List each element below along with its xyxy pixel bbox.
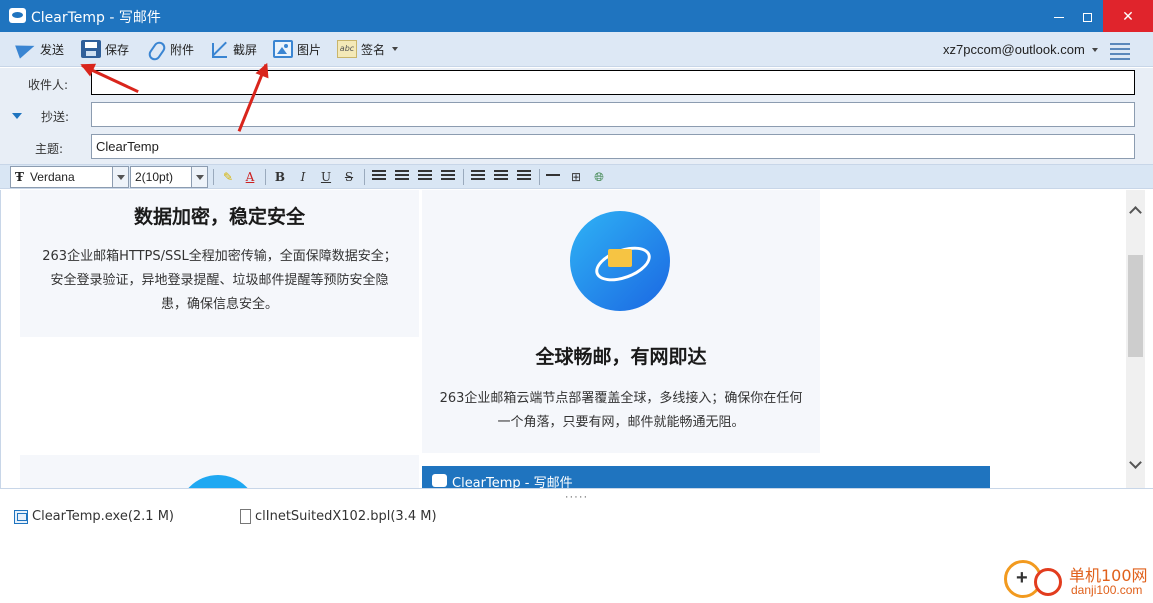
account-selector[interactable]: xz7pccom@outlook.com [943, 42, 1098, 57]
save-button[interactable]: 保存 [81, 39, 129, 59]
font-size-value: 2(10pt) [135, 170, 174, 184]
watermark: + 单机100网 danji100.com [1004, 560, 1153, 603]
signature-button[interactable]: abc 签名 [337, 39, 399, 59]
crop-icon [209, 40, 229, 58]
bold-icon[interactable]: B [271, 168, 289, 186]
screenshot-label: 截屏 [233, 42, 258, 57]
insert-link-icon[interactable]: 🌐︎ [590, 168, 608, 186]
message-header: 收件人: 抄送: 主题: ClearTemp [0, 68, 1153, 164]
signature-icon: abc [337, 40, 357, 58]
highlight-icon[interactable]: ✎ [219, 168, 237, 186]
screenshot-button[interactable]: 截屏 [209, 39, 257, 59]
italic-icon[interactable]: I [294, 168, 312, 186]
card-text: 263企业邮箱HTTPS/SSL全程加密传输，全面保障数据安全；安全登录验证，异… [42, 249, 397, 312]
send-button[interactable]: 发送 [16, 39, 64, 59]
expand-toggle-icon[interactable] [12, 113, 22, 119]
card-title: 全球畅邮，有网即达 [535, 346, 707, 368]
scroll-down-icon[interactable] [1129, 456, 1142, 469]
font-size-select[interactable]: 2(10pt) [130, 166, 208, 188]
file-icon [240, 509, 251, 524]
attachment-name: clInetSuitedX102.bpl(3.4 M) [255, 509, 437, 524]
subject-field[interactable]: ClearTemp [91, 134, 1135, 159]
content-card-global: 全球畅邮，有网即达 263企业邮箱云端节点部署覆盖全球，多线接入；确保你在任何一… [422, 190, 820, 453]
watermark-url: danji100.com [1071, 583, 1143, 597]
attachment-item[interactable]: ClearTemp.exe(2.1 M) [14, 509, 174, 524]
signature-label: 签名 [361, 42, 386, 57]
font-family-value: Verdana [29, 170, 75, 184]
subject-label: 主题: [35, 142, 64, 156]
align-center-icon[interactable] [494, 170, 508, 182]
format-toolbar: Ŧ Verdana 2(10pt) ✎ A B I U S ⊞ 🌐︎ [0, 164, 1153, 189]
attach-label: 附件 [170, 42, 195, 57]
numbered-list-icon[interactable] [372, 170, 386, 182]
align-right-icon[interactable] [517, 170, 531, 182]
attachment-name: ClearTemp.exe(2.1 M) [32, 509, 175, 524]
chevron-down-icon [112, 167, 128, 187]
image-label: 图片 [297, 42, 322, 57]
cc-label: 抄送: [41, 110, 70, 124]
horizontal-rule-icon[interactable] [546, 170, 560, 182]
bullet-list-icon[interactable] [395, 170, 409, 182]
embedded-screenshot: ClearTemp - 写邮件 [422, 466, 990, 488]
indent-icon[interactable] [441, 170, 455, 182]
font-color-icon[interactable]: A [241, 168, 259, 186]
content-card-security: 数据加密，稳定安全 263企业邮箱HTTPS/SSL全程加密传输，全面保障数据安… [20, 190, 419, 337]
send-icon [16, 40, 36, 58]
close-button[interactable]: ✕ [1103, 0, 1153, 32]
image-icon [273, 40, 293, 58]
main-toolbar: 发送 保存 附件 截屏 图片 abc 签名 xz7pccom@outlook.c… [0, 32, 1153, 67]
font-icon: Ŧ [15, 170, 24, 184]
to-label: 收件人: [28, 78, 69, 92]
title-bar: ClearTemp - 写邮件 ✕ [0, 0, 1153, 32]
chevron-down-icon [191, 167, 207, 187]
card-title: 数据加密，稳定安全 [133, 206, 305, 228]
send-label: 发送 [40, 42, 65, 57]
message-body-editor[interactable]: 数据加密，稳定安全 263企业邮箱HTTPS/SSL全程加密传输，全面保障数据安… [0, 190, 1126, 488]
menu-icon[interactable] [1110, 40, 1130, 60]
save-icon [81, 40, 101, 58]
attachment-list: ClearTemp.exe(2.1 M) clInetSuitedX102.bp… [0, 500, 1153, 603]
pane-splitter[interactable]: ····· [0, 488, 1153, 503]
content-card-partial [20, 455, 419, 488]
app-icon [9, 8, 26, 23]
table-icon[interactable]: ⊞ [567, 168, 585, 186]
window-title: ClearTemp - 写邮件 [31, 10, 161, 26]
vertical-scrollbar[interactable] [1126, 190, 1145, 488]
watermark-logo-icon [1034, 568, 1062, 596]
globe-mail-icon [570, 211, 670, 311]
to-field[interactable] [91, 70, 1135, 95]
attach-button[interactable]: 附件 [146, 39, 194, 59]
paperclip-icon [146, 40, 166, 58]
card-text: 263企业邮箱云端节点部署覆盖全球，多线接入；确保你在任何一个角落，只要有网，邮… [439, 391, 803, 430]
account-email: xz7pccom@outlook.com [943, 42, 1085, 57]
chevron-down-icon [392, 47, 399, 51]
scroll-up-icon[interactable] [1129, 206, 1142, 219]
outdent-icon[interactable] [418, 170, 432, 182]
chevron-down-icon [1091, 47, 1098, 52]
underline-icon[interactable]: U [317, 168, 335, 186]
strikethrough-icon[interactable]: S [340, 168, 358, 186]
image-button[interactable]: 图片 [273, 39, 321, 59]
save-label: 保存 [105, 42, 130, 57]
exe-file-icon [14, 509, 28, 524]
scrollbar-thumb[interactable] [1128, 255, 1143, 357]
font-family-select[interactable]: Ŧ Verdana [10, 166, 129, 188]
attachment-item[interactable]: clInetSuitedX102.bpl(3.4 M) [240, 509, 437, 524]
align-left-icon[interactable] [471, 170, 485, 182]
